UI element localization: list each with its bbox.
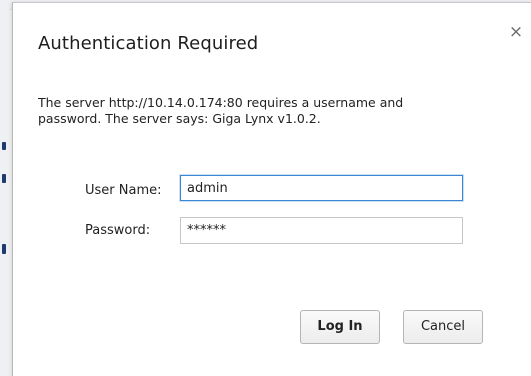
password-label: Password: — [85, 223, 151, 238]
dialog-title: Authentication Required — [38, 33, 259, 54]
close-icon[interactable]: × — [506, 22, 526, 42]
password-input[interactable] — [180, 217, 463, 244]
background-mark — [2, 174, 6, 183]
authentication-dialog: Authentication Required × The server htt… — [12, 2, 531, 376]
background-sidebar — [0, 0, 10, 376]
username-input[interactable] — [180, 175, 463, 201]
cancel-button[interactable]: Cancel — [403, 310, 483, 344]
background-mark — [2, 244, 6, 254]
dialog-message: The server http://10.14.0.174:80 require… — [38, 95, 404, 126]
page: Authentication Required × The server htt… — [0, 0, 531, 376]
username-label: User Name: — [85, 183, 162, 198]
login-button[interactable]: Log In — [300, 310, 380, 344]
background-mark — [2, 142, 6, 150]
